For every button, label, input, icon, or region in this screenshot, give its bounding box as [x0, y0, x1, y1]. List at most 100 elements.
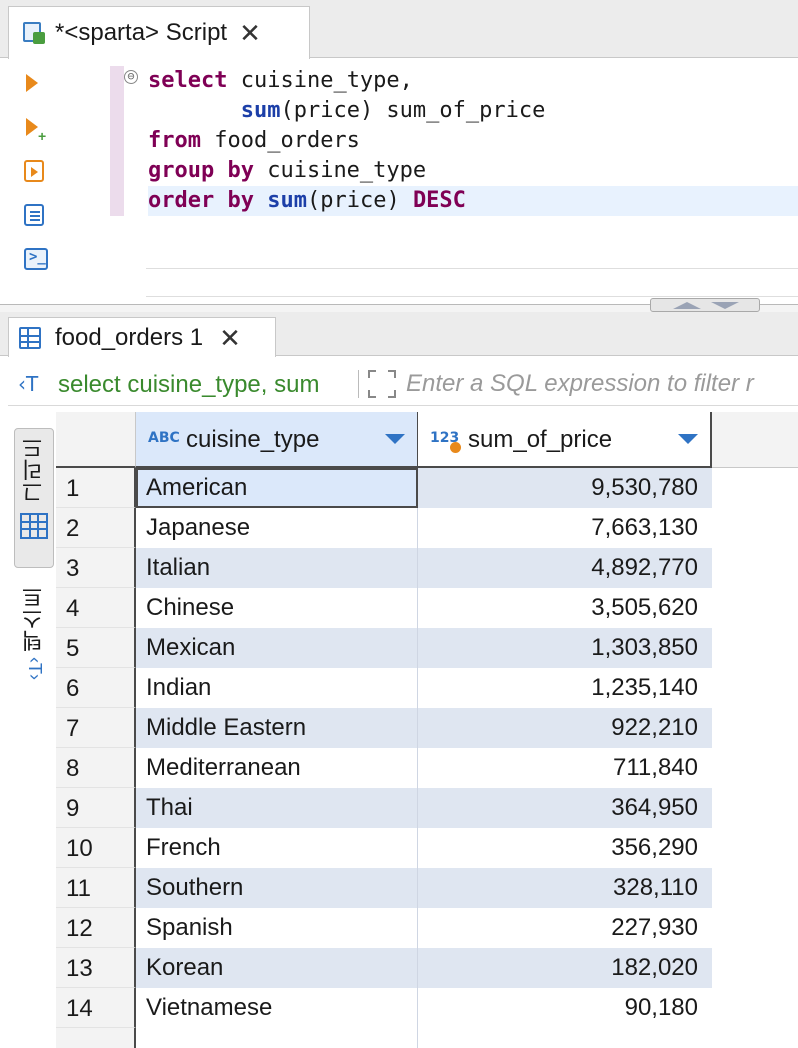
execute-in-new-tab-button[interactable]: + — [22, 114, 48, 144]
tab-food-orders-1[interactable]: food_orders 1 ✕ — [8, 317, 276, 357]
code-line[interactable]: group by cuisine_type — [148, 156, 798, 186]
row-number[interactable]: 13 — [56, 948, 136, 988]
empty-cell — [136, 1028, 418, 1048]
cell-sum-of-price[interactable]: 356,290 — [418, 828, 712, 868]
terminal-icon: >_ — [24, 248, 48, 270]
cell-sum-of-price[interactable]: 922,210 — [418, 708, 712, 748]
table-row[interactable]: 2 Japanese 7,663,130 — [56, 508, 798, 548]
table-row[interactable]: 9 Thai 364,950 — [56, 788, 798, 828]
sort-arrow-icon[interactable] — [385, 434, 405, 444]
row-number[interactable]: 8 — [56, 748, 136, 788]
cell-cuisine-type[interactable]: Spanish — [136, 908, 418, 948]
cell-cuisine-type[interactable]: Thai — [136, 788, 418, 828]
sort-arrow-icon[interactable] — [678, 434, 698, 444]
cell-sum-of-price[interactable]: 1,303,850 — [418, 628, 712, 668]
sql-editor[interactable]: select cuisine_type, sum(price) sum_of_p… — [148, 66, 798, 216]
row-number-header[interactable] — [56, 412, 136, 468]
sql-keyword: group by — [148, 158, 254, 183]
table-row[interactable]: 5 Mexican 1,303,850 — [56, 628, 798, 668]
row-number[interactable]: 7 — [56, 708, 136, 748]
cell-filler — [712, 748, 798, 788]
cell-cuisine-type[interactable]: Mexican — [136, 628, 418, 668]
table-row[interactable]: 12 Spanish 227,930 — [56, 908, 798, 948]
query-summary[interactable]: select cuisine_type, sum — [58, 371, 352, 399]
expand-icon[interactable] — [368, 370, 396, 398]
cell-filler — [712, 668, 798, 708]
table-row[interactable]: 10 French 356,290 — [56, 828, 798, 868]
explain-plan-button[interactable] — [22, 202, 48, 228]
cell-cuisine-type[interactable]: Japanese — [136, 508, 418, 548]
row-number[interactable]: 2 — [56, 508, 136, 548]
cell-cuisine-type[interactable]: Indian — [136, 668, 418, 708]
cell-sum-of-price[interactable]: 364,950 — [418, 788, 712, 828]
table-row[interactable]: 13 Korean 182,020 — [56, 948, 798, 988]
row-number[interactable]: 6 — [56, 668, 136, 708]
cell-sum-of-price[interactable]: 328,110 — [418, 868, 712, 908]
cell-sum-of-price[interactable]: 9,530,780 — [418, 468, 712, 508]
code-line[interactable]: from food_orders — [148, 126, 798, 156]
cell-sum-of-price[interactable]: 182,020 — [418, 948, 712, 988]
open-console-button[interactable]: >_ — [22, 246, 48, 272]
tab-text[interactable]: 텍스트 ‹T› — [14, 578, 54, 698]
cell-sum-of-price[interactable]: 3,505,620 — [418, 588, 712, 628]
row-number[interactable]: 3 — [56, 548, 136, 588]
chevron-down-icon[interactable] — [711, 302, 739, 309]
table-grid-icon — [19, 326, 41, 349]
code-line[interactable]: sum(price) sum_of_price — [148, 96, 798, 126]
cell-cuisine-type[interactable]: Chinese — [136, 588, 418, 628]
grid-header-filler — [712, 412, 798, 468]
table-row[interactable]: 1 American 9,530,780 — [56, 468, 798, 508]
cell-filler — [712, 628, 798, 668]
splitter-toggle[interactable] — [650, 298, 760, 312]
table-row[interactable]: 4 Chinese 3,505,620 — [56, 588, 798, 628]
row-number[interactable]: 5 — [56, 628, 136, 668]
table-row[interactable]: 8 Mediterranean 711,840 — [56, 748, 798, 788]
execute-script-button[interactable] — [22, 158, 48, 184]
column-header-sum-of-price[interactable]: 123 sum_of_price — [418, 412, 712, 468]
divider — [358, 370, 359, 398]
cell-sum-of-price[interactable]: 711,840 — [418, 748, 712, 788]
row-number[interactable]: 14 — [56, 988, 136, 1028]
row-number[interactable]: 1 — [56, 468, 136, 508]
cell-cuisine-type[interactable]: French — [136, 828, 418, 868]
cell-sum-of-price[interactable]: 227,930 — [418, 908, 712, 948]
filter-expression-input[interactable] — [406, 366, 798, 402]
close-icon[interactable]: ✕ — [239, 20, 261, 46]
close-icon[interactable]: ✕ — [219, 325, 241, 351]
cell-cuisine-type[interactable]: Italian — [136, 548, 418, 588]
play-plus-icon — [26, 118, 38, 136]
cell-cuisine-type[interactable]: American — [136, 468, 418, 508]
cell-sum-of-price[interactable]: 90,180 — [418, 988, 712, 1028]
cell-filler — [712, 548, 798, 588]
result-tab-title: food_orders 1 — [55, 323, 204, 351]
cell-cuisine-type[interactable]: Middle Eastern — [136, 708, 418, 748]
chevron-up-icon[interactable] — [673, 302, 701, 309]
filter-bar: ‹T select cuisine_type, sum — [8, 362, 798, 406]
table-row[interactable]: 3 Italian 4,892,770 — [56, 548, 798, 588]
row-number[interactable]: 12 — [56, 908, 136, 948]
cell-sum-of-price[interactable]: 1,235,140 — [418, 668, 712, 708]
table-row[interactable]: 11 Southern 328,110 — [56, 868, 798, 908]
column-header-cuisine-type[interactable]: ABC cuisine_type — [136, 412, 418, 468]
code-line[interactable]: order by sum(price) DESC — [148, 186, 798, 216]
tab-script[interactable]: *<sparta> Script ✕ — [8, 6, 310, 59]
table-row[interactable]: 7 Middle Eastern 922,210 — [56, 708, 798, 748]
cell-sum-of-price[interactable]: 4,892,770 — [418, 548, 712, 588]
sql-script-icon — [21, 20, 47, 46]
table-row[interactable]: 6 Indian 1,235,140 — [56, 668, 798, 708]
fold-collapse-icon[interactable]: ⊖ — [124, 70, 138, 84]
cell-cuisine-type[interactable]: Southern — [136, 868, 418, 908]
sql-keyword: DESC — [412, 188, 466, 213]
cell-cuisine-type[interactable]: Mediterranean — [136, 748, 418, 788]
row-number[interactable]: 9 — [56, 788, 136, 828]
cell-sum-of-price[interactable]: 7,663,130 — [418, 508, 712, 548]
row-number[interactable]: 11 — [56, 868, 136, 908]
code-line[interactable]: select cuisine_type, — [148, 66, 798, 96]
execute-statement-button[interactable] — [22, 70, 48, 96]
table-row[interactable]: 14 Vietnamese 90,180 — [56, 988, 798, 1028]
row-number[interactable]: 10 — [56, 828, 136, 868]
tab-grid[interactable]: 그리드 — [14, 428, 54, 568]
cell-cuisine-type[interactable]: Vietnamese — [136, 988, 418, 1028]
cell-cuisine-type[interactable]: Korean — [136, 948, 418, 988]
row-number[interactable]: 4 — [56, 588, 136, 628]
